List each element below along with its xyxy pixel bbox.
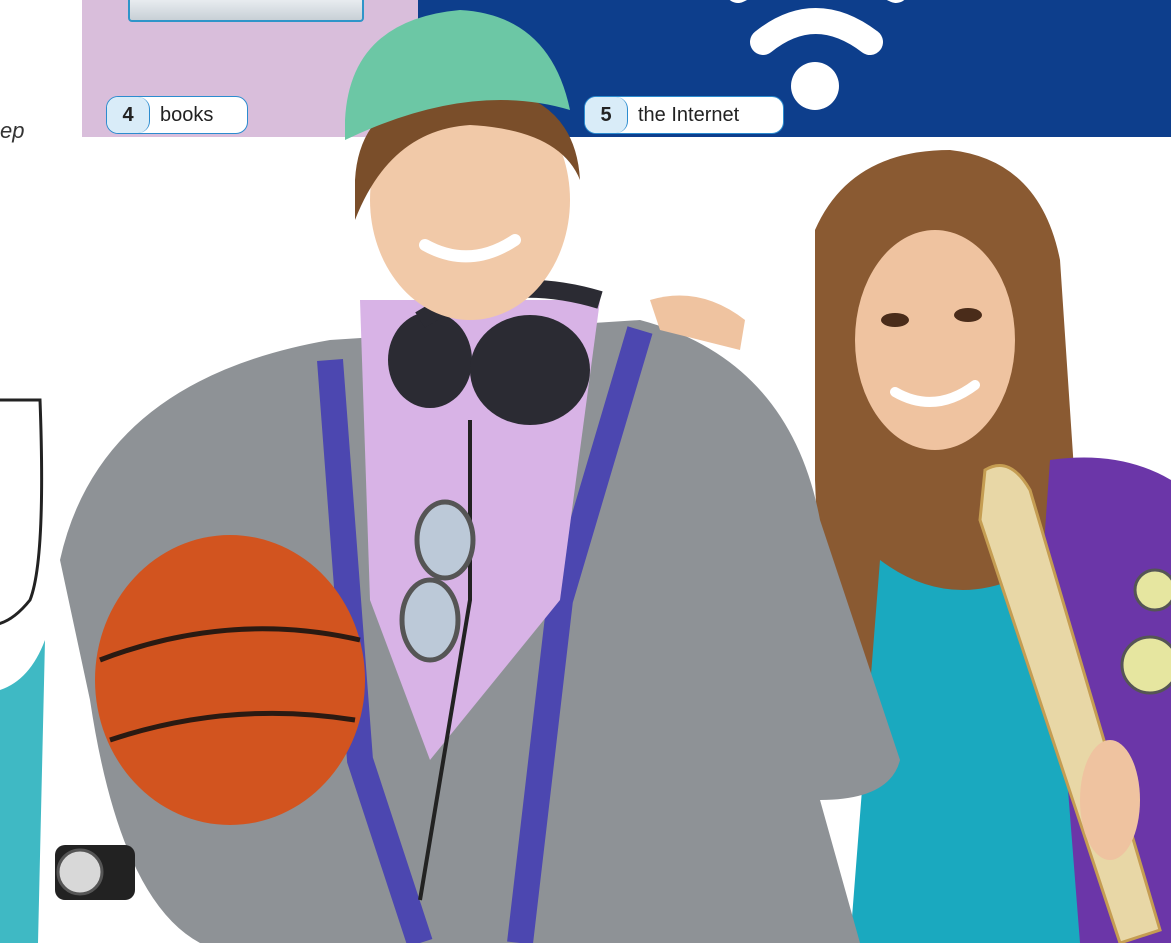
page: ep 4 books 5 the Internet	[0, 0, 1171, 943]
label-text: books	[160, 103, 214, 126]
label-internet: 5 the Internet	[584, 96, 784, 134]
label-number: 5	[585, 97, 628, 133]
label-text: the Internet	[638, 103, 740, 126]
label-books: 4 books	[106, 96, 248, 134]
label-number: 4	[107, 97, 150, 133]
teenagers-photo	[0, 10, 1171, 943]
